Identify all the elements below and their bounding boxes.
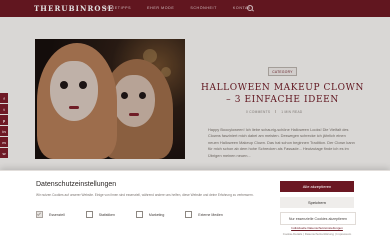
individual-settings-link[interactable]: Individuelle Datenschutzeinstellungen bbox=[280, 226, 354, 230]
consent-description: Wir nutzen Cookies auf unserer Website. … bbox=[36, 193, 254, 197]
accept-all-button[interactable]: Alle akzeptieren bbox=[280, 181, 354, 192]
essenziell-label: Essenziell bbox=[49, 212, 65, 217]
externe-medien-label[interactable]: Externe Medien bbox=[198, 213, 223, 217]
option-essenziell: Essenziell bbox=[36, 211, 65, 218]
statistiken-checkbox[interactable] bbox=[85, 211, 93, 218]
consent-title: Datenschutzeinstellungen bbox=[36, 181, 117, 188]
marketing-label[interactable]: Marketing bbox=[149, 213, 164, 217]
statistiken-label[interactable]: Statistiken bbox=[99, 213, 115, 217]
essenziell-checkbox bbox=[36, 211, 43, 218]
marketing-checkbox[interactable] bbox=[135, 211, 143, 218]
option-externe-medien[interactable]: Externe Medien bbox=[185, 211, 223, 218]
externe-medien-checkbox[interactable] bbox=[185, 211, 193, 218]
consent-options: Essenziell Statistiken Marketing Externe… bbox=[36, 211, 244, 218]
option-statistiken[interactable]: Statistiken bbox=[85, 211, 115, 218]
accept-necessary-button[interactable]: Nur essenzielle Cookies akzeptieren bbox=[280, 212, 356, 225]
save-button[interactable]: Speichern bbox=[280, 197, 354, 208]
cookie-consent-banner: Datenschutzeinstellungen Wir nutzen Cook… bbox=[0, 170, 390, 241]
option-marketing[interactable]: Marketing bbox=[135, 211, 164, 218]
consent-footer-links[interactable]: Cookie-Details | Datenschutzerklärung | … bbox=[280, 232, 354, 236]
